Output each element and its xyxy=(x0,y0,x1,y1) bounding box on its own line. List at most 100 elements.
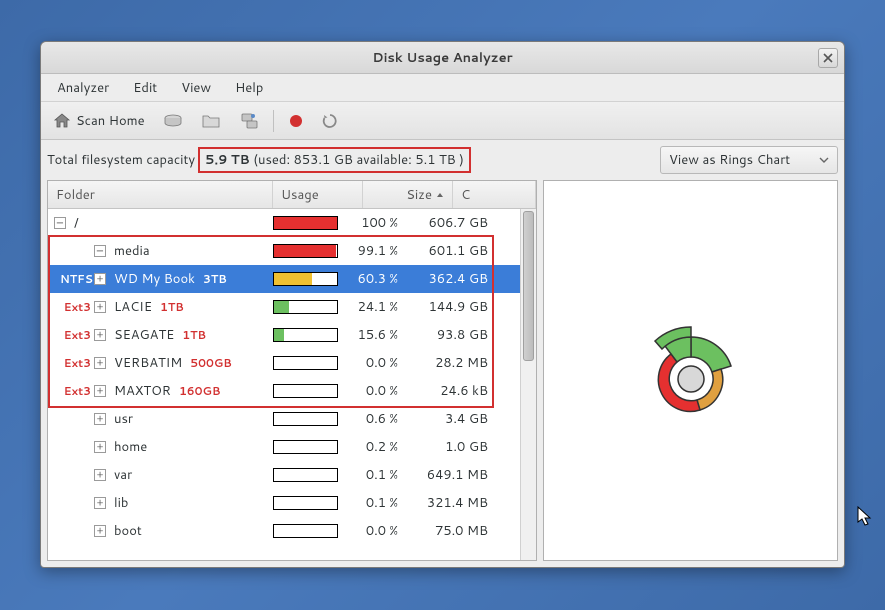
expand-icon[interactable]: + xyxy=(94,525,106,537)
capacity-label: 160GB xyxy=(179,383,221,399)
filesystem-label: NTFS xyxy=(60,271,94,287)
capacity-label: 500GB xyxy=(190,355,232,371)
expand-icon[interactable]: + xyxy=(94,357,106,369)
table-row[interactable]: Ext3+MAXTOR160GB0.0 %24.6 kB xyxy=(48,377,520,405)
capacity-label: 3TB xyxy=(203,271,227,287)
toolbar-separator xyxy=(273,110,274,132)
column-usage[interactable]: Usage xyxy=(273,181,363,208)
table-row[interactable]: +var0.1 %649.1 MB xyxy=(48,461,520,489)
usage-bar xyxy=(273,216,338,230)
filesystem-label: Ext3 xyxy=(60,299,94,315)
usage-bar xyxy=(273,524,338,538)
usage-percent: 0.2 % xyxy=(343,438,408,456)
expand-icon[interactable]: + xyxy=(94,441,106,453)
size-value: 75.0 MB xyxy=(408,522,498,540)
expand-icon[interactable]: + xyxy=(94,497,106,509)
stop-button[interactable] xyxy=(282,107,310,135)
usage-bar xyxy=(273,300,338,314)
table-row[interactable]: Ext3+SEAGATE1TB15.6 %93.8 GB xyxy=(48,321,520,349)
folder-name: SEAGATE xyxy=(114,326,174,344)
usage-bar xyxy=(273,412,338,426)
size-value: 28.2 MB xyxy=(408,354,498,372)
expand-icon[interactable]: + xyxy=(94,469,106,481)
folder-tree-panel: Folder Usage Size C −/100 %606.7 GB−medi… xyxy=(47,180,537,561)
folder-name: media xyxy=(114,242,150,260)
tree-header: Folder Usage Size C xyxy=(48,181,536,209)
usage-bar xyxy=(273,244,338,258)
menubar: Analyzer Edit View Help xyxy=(41,74,844,102)
usage-bar xyxy=(273,328,338,342)
expand-icon[interactable]: + xyxy=(94,385,106,397)
capacity-label: 1TB xyxy=(182,327,206,343)
folder-name: home xyxy=(114,438,147,456)
size-value: 362.4 GB xyxy=(408,270,498,288)
size-value: 606.7 GB xyxy=(408,214,498,232)
tree-body[interactable]: −/100 %606.7 GB−media99.1 %601.1 GBNTFS+… xyxy=(48,209,520,560)
table-row[interactable]: +usr0.6 %3.4 GB xyxy=(48,405,520,433)
table-row[interactable]: Ext3+ VERBATIM 500GB 0.0 %28.2 MB xyxy=(48,349,520,377)
usage-percent: 99.1 % xyxy=(343,242,408,260)
refresh-button[interactable] xyxy=(316,107,344,135)
folder-name: VERBATIM xyxy=(114,354,182,372)
titlebar[interactable]: Disk Usage Analyzer xyxy=(41,42,844,74)
usage-bar xyxy=(273,384,338,398)
window-title: Disk Usage Analyzer xyxy=(372,49,512,67)
drive-icon xyxy=(163,113,183,129)
view-mode-selector[interactable]: View as Rings Chart xyxy=(660,146,838,174)
expand-icon[interactable]: + xyxy=(94,413,106,425)
usage-percent: 0.6 % xyxy=(343,410,408,428)
table-row[interactable]: Ext3+LACIE1TB24.1 %144.9 GB xyxy=(48,293,520,321)
scan-folder-button[interactable] xyxy=(195,107,227,135)
scan-remote-button[interactable] xyxy=(233,107,265,135)
collapse-icon[interactable]: − xyxy=(94,245,106,257)
usage-percent: 60.3 % xyxy=(343,270,408,288)
summary-label: Total filesystem capacity xyxy=(47,151,195,169)
app-window: Disk Usage Analyzer Analyzer Edit View H… xyxy=(40,41,845,568)
filesystem-label: Ext3 xyxy=(60,355,94,371)
usage-percent: 0.1 % xyxy=(343,466,408,484)
menu-analyzer[interactable]: Analyzer xyxy=(47,76,119,100)
menu-help[interactable]: Help xyxy=(225,76,273,100)
close-button[interactable] xyxy=(818,48,838,68)
folder-icon xyxy=(201,113,221,129)
scan-filesystem-button[interactable] xyxy=(157,107,189,135)
table-row[interactable]: +home0.2 %1.0 GB xyxy=(48,433,520,461)
main-content: Folder Usage Size C −/100 %606.7 GB−medi… xyxy=(41,180,844,567)
collapse-icon[interactable]: − xyxy=(54,217,66,229)
filesystem-label: Ext3 xyxy=(60,327,94,343)
folder-name: WD My Book xyxy=(114,270,195,288)
expand-icon[interactable]: + xyxy=(94,273,106,285)
menu-edit[interactable]: Edit xyxy=(123,76,167,100)
table-row[interactable]: +lib0.1 %321.4 MB xyxy=(48,489,520,517)
usage-percent: 0.1 % xyxy=(343,494,408,512)
usage-percent: 0.0 % xyxy=(343,382,408,400)
usage-bar xyxy=(273,496,338,510)
usage-percent: 0.0 % xyxy=(343,354,408,372)
summary-row: Total filesystem capacity 5.9 TB (used: … xyxy=(41,140,844,180)
stop-icon xyxy=(288,113,304,129)
expand-icon[interactable]: + xyxy=(94,301,106,313)
folder-name: / xyxy=(74,214,79,232)
column-folder[interactable]: Folder xyxy=(48,181,273,208)
scan-home-button[interactable]: Scan Home xyxy=(47,107,151,135)
usage-percent: 100 % xyxy=(343,214,408,232)
table-row[interactable]: NTFS+ WD My Book 3TB 60.3 %362.4 GB xyxy=(48,265,520,293)
size-value: 93.8 GB xyxy=(408,326,498,344)
expand-icon[interactable]: + xyxy=(94,329,106,341)
vertical-scrollbar[interactable] xyxy=(520,209,536,560)
table-row[interactable]: −media 99.1 %601.1 GB xyxy=(48,237,520,265)
rings-chart-panel[interactable] xyxy=(543,180,838,561)
folder-name: lib xyxy=(114,494,128,512)
usage-bar xyxy=(273,440,338,454)
chevron-down-icon xyxy=(819,155,829,165)
size-value: 601.1 GB xyxy=(408,242,498,260)
sort-asc-icon xyxy=(436,191,444,199)
mouse-cursor-icon xyxy=(857,506,875,528)
table-row[interactable]: +boot0.0 %75.0 MB xyxy=(48,517,520,545)
column-size[interactable]: Size xyxy=(363,181,453,208)
menu-view[interactable]: View xyxy=(171,76,221,100)
usage-percent: 0.0 % xyxy=(343,522,408,540)
scroll-thumb[interactable] xyxy=(523,211,534,361)
column-c[interactable]: C xyxy=(453,181,536,208)
table-row[interactable]: −/ 100 %606.7 GB xyxy=(48,209,520,237)
